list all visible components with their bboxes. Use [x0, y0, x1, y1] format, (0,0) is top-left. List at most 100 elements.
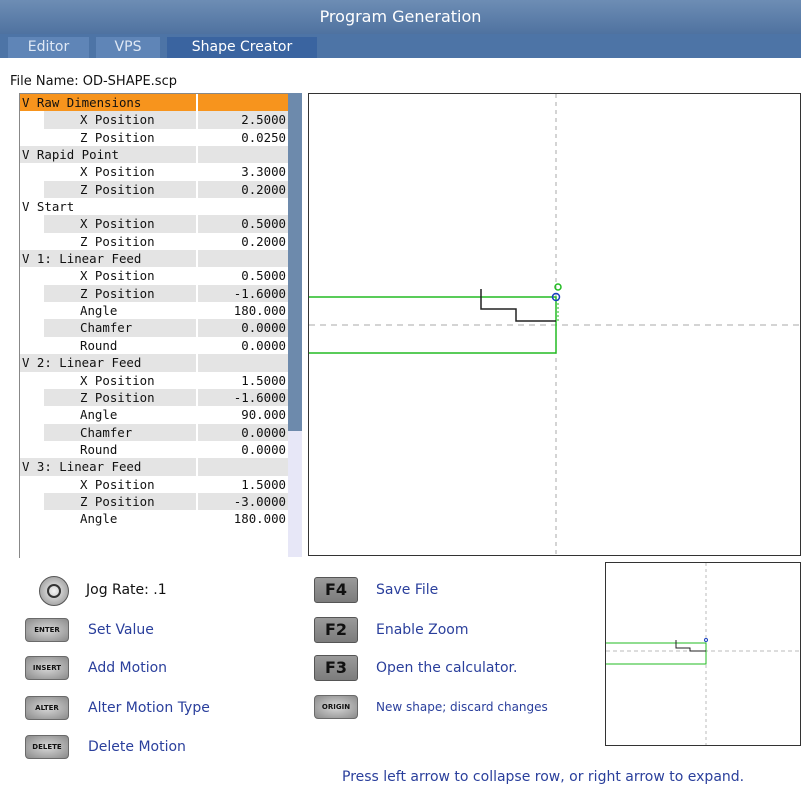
- tree-field-label: Angle: [20, 510, 196, 528]
- tree-group-row[interactable]: V Start: [20, 198, 288, 216]
- f3-key-icon: F3: [314, 655, 358, 681]
- tree-field-value[interactable]: 0.0250: [198, 129, 288, 146]
- tree-field-value: [198, 354, 288, 371]
- tree-field-label: Z Position: [20, 492, 196, 511]
- tree-field-label: Z Position: [20, 232, 196, 251]
- tree-group-row[interactable]: V 2: Linear Feed: [20, 354, 288, 372]
- open-calculator-hint: Open the calculator.: [376, 660, 518, 676]
- tool-path: [480, 289, 556, 322]
- tree-field-label: X Position: [20, 475, 196, 493]
- tree-field-value[interactable]: 0.0000: [198, 319, 288, 336]
- tree-field-row[interactable]: Angle 90.000: [20, 406, 288, 424]
- tab-bar: Editor VPS Shape Creator: [0, 34, 801, 58]
- shape-preview-canvas: [309, 94, 800, 555]
- tree-field-label: Chamfer: [20, 319, 196, 337]
- tree-scrollbar-thumb[interactable]: [288, 93, 302, 431]
- enter-key-icon: ENTER: [25, 618, 69, 642]
- overview-point-marker: [704, 638, 708, 642]
- tree-field-value[interactable]: 0.5000: [198, 267, 288, 284]
- insert-key-icon: INSERT: [25, 656, 69, 680]
- tree-field-value: [198, 146, 288, 163]
- tree-field-label: Angle: [20, 302, 196, 320]
- tree-field-value[interactable]: 0.5000: [198, 215, 288, 232]
- tree-field-row[interactable]: Angle 180.000: [20, 510, 288, 528]
- set-value-hint: Set Value: [88, 622, 154, 638]
- tab-editor[interactable]: Editor: [8, 37, 89, 58]
- tree-field-row[interactable]: Z Position -1.6000: [20, 388, 288, 407]
- f2-key-icon: F2: [314, 617, 358, 643]
- tree-group-label: V Rapid Point: [22, 147, 119, 163]
- tree-field-row[interactable]: Chamfer 0.0000: [20, 423, 288, 441]
- tree-field-label: X Position: [20, 111, 196, 129]
- jog-rate-label: Jog Rate: .1: [86, 582, 167, 598]
- tab-shape-creator[interactable]: Shape Creator: [167, 37, 317, 58]
- tree-field-value: [198, 250, 288, 267]
- tree-field-label: Z Position: [20, 180, 196, 199]
- tree-field-value[interactable]: 180.000: [198, 510, 288, 527]
- tree-field-value[interactable]: 90.000: [198, 406, 288, 423]
- tree-field-row[interactable]: Angle 180.000: [20, 302, 288, 320]
- window-title-bar: Program Generation: [0, 0, 801, 34]
- overview-canvas: [606, 563, 800, 745]
- tree-field-value[interactable]: 1.5000: [198, 476, 288, 493]
- tree-group-label: V 1: Linear Feed: [22, 251, 142, 267]
- shape-preview: [308, 93, 801, 556]
- save-file-hint: Save File: [376, 582, 439, 598]
- tree-field-label: Round: [20, 440, 196, 459]
- delete-key-icon: DELETE: [25, 735, 69, 759]
- tree-field-label: X Position: [20, 371, 196, 389]
- tree-field-value[interactable]: 0.2000: [198, 233, 288, 250]
- tree-field-value[interactable]: 2.5000: [198, 111, 288, 128]
- tree-field-label: Round: [20, 336, 196, 355]
- status-hint: Press left arrow to collapse row, or rig…: [342, 769, 745, 785]
- tree-field-row[interactable]: Round 0.0000: [20, 336, 288, 355]
- tree-field-value: [198, 458, 288, 475]
- tree-field-value[interactable]: 1.5000: [198, 372, 288, 389]
- tree-field-value[interactable]: -1.6000: [198, 285, 288, 302]
- tree-field-row[interactable]: Chamfer 0.0000: [20, 319, 288, 337]
- alter-key-icon: ALTER: [25, 696, 69, 720]
- tree-field-value[interactable]: 0.0000: [198, 424, 288, 441]
- add-motion-hint: Add Motion: [88, 660, 168, 676]
- enable-zoom-hint: Enable Zoom: [376, 622, 469, 638]
- tree-group-row[interactable]: V Raw Dimensions: [20, 94, 288, 112]
- tree-group-label: V 2: Linear Feed: [22, 355, 142, 371]
- tree-group-label: V Raw Dimensions: [22, 95, 142, 110]
- tree-field-value[interactable]: 0.2000: [198, 181, 288, 198]
- tab-vps[interactable]: VPS: [96, 37, 160, 58]
- window-title: Program Generation: [319, 7, 482, 26]
- tree-field-row[interactable]: X Position 1.5000: [20, 371, 288, 389]
- tree-group-label: V Start: [22, 199, 75, 215]
- parameter-tree[interactable]: V Raw Dimensions X Position 2.5000 Z Positi…: [19, 93, 288, 558]
- tree-field-row[interactable]: Z Position 0.2000: [20, 180, 288, 199]
- tree-field-row[interactable]: Z Position 0.0250: [20, 128, 288, 147]
- tree-field-value[interactable]: 0.0000: [198, 337, 288, 354]
- tree-field-label: Z Position: [20, 284, 196, 303]
- tree-field-label: Z Position: [20, 128, 196, 147]
- tree-field-row[interactable]: X Position 0.5000: [20, 215, 288, 233]
- tree-field-row[interactable]: Z Position -1.6000: [20, 284, 288, 303]
- tree-field-value[interactable]: 3.3000: [198, 163, 288, 180]
- overview-preview: [605, 562, 801, 746]
- tree-field-row[interactable]: X Position 0.5000: [20, 267, 288, 285]
- tree-field-value[interactable]: 180.000: [198, 302, 288, 319]
- tree-field-label: X Position: [20, 163, 196, 181]
- tree-field-row[interactable]: Z Position -3.0000: [20, 492, 288, 511]
- tree-field-label: X Position: [20, 267, 196, 285]
- tree-field-row[interactable]: X Position 2.5000: [20, 111, 288, 129]
- tree-field-value[interactable]: -1.6000: [198, 389, 288, 406]
- tree-field-row[interactable]: Z Position 0.2000: [20, 232, 288, 251]
- tree-field-row[interactable]: X Position 3.3000: [20, 163, 288, 181]
- tree-group-row[interactable]: V 1: Linear Feed: [20, 250, 288, 268]
- tree-field-value: [198, 198, 288, 215]
- tree-field-label: Z Position: [20, 388, 196, 407]
- tree-field-value[interactable]: -3.0000: [198, 493, 288, 510]
- tree-field-label: Angle: [20, 406, 196, 424]
- tree-field-label: Chamfer: [20, 423, 196, 441]
- tree-group-row[interactable]: V 3: Linear Feed: [20, 458, 288, 476]
- tree-field-row[interactable]: X Position 1.5000: [20, 475, 288, 493]
- file-name-label: File Name: OD-SHAPE.scp: [10, 74, 177, 89]
- tree-field-value[interactable]: 0.0000: [198, 441, 288, 458]
- tree-field-row[interactable]: Round 0.0000: [20, 440, 288, 459]
- tree-group-row[interactable]: V Rapid Point: [20, 146, 288, 164]
